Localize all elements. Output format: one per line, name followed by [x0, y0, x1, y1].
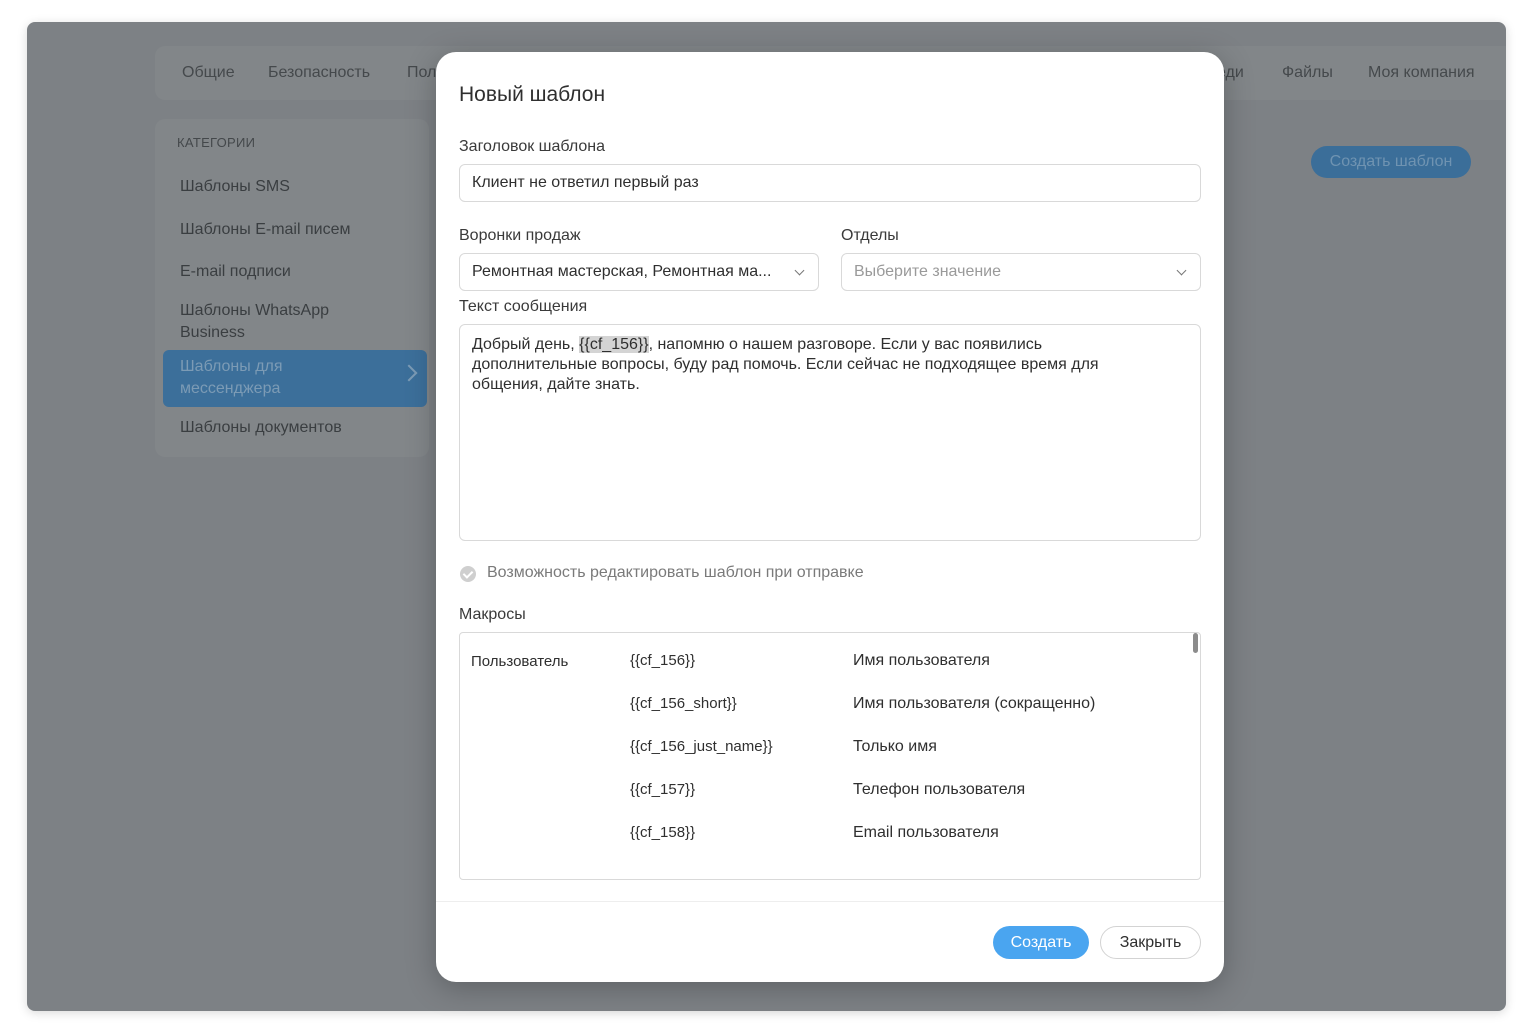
message-text-start: Добрый день, [472, 336, 580, 353]
macros-group-user: Пользователь [471, 653, 569, 670]
macro-desc: Email пользователя [853, 824, 999, 841]
message-macro-highlight: {{cf_156}} [579, 336, 649, 353]
sidebar-item-sms[interactable]: Шаблоны SMS [180, 176, 290, 198]
categories-sidebar: КАТЕГОРИИ Шаблоны SMS Шаблоны E-mail пис… [155, 119, 429, 457]
macro-desc: Имя пользователя (сокращенно) [853, 695, 1096, 712]
macros-list[interactable]: Пользователь {{cf_156}} Имя пользователя… [459, 632, 1201, 880]
check-circle-icon[interactable] [460, 566, 476, 582]
macro-code[interactable]: {{cf_157}} [630, 781, 695, 798]
macro-code[interactable]: {{cf_156_short}} [630, 695, 737, 712]
sidebar-item-email-signatures[interactable]: E-mail подписи [180, 261, 291, 283]
nav-item-security[interactable]: Безопасность [268, 46, 370, 100]
modal-title: Новый шаблон [459, 83, 606, 106]
message-textarea[interactable]: Добрый день, {{cf_156}}, напомню о нашем… [459, 324, 1201, 541]
sidebar-item-documents[interactable]: Шаблоны документов [180, 417, 342, 439]
sidebar-item-label: Шаблоны для мессенджера [180, 358, 283, 397]
macro-code[interactable]: {{cf_156}} [630, 652, 695, 669]
message-label: Текст сообщения [459, 298, 588, 315]
departments-label: Отделы [841, 227, 899, 244]
macro-desc: Телефон пользователя [853, 781, 1026, 798]
macros-scrollbar[interactable] [1193, 633, 1198, 653]
nav-item-files[interactable]: Файлы [1282, 46, 1333, 100]
create-template-button[interactable]: Создать шаблон [1311, 146, 1471, 178]
funnels-value: Ремонтная мастерская, Ремонтная ма... [472, 263, 772, 280]
sidebar-item-messenger[interactable]: Шаблоны для мессенджера [163, 350, 427, 407]
template-title-input[interactable]: Клиент не ответил первый раз [459, 164, 1201, 202]
macro-code[interactable]: {{cf_158}} [630, 824, 695, 841]
macro-desc: Только имя [853, 738, 937, 755]
macros-label: Макросы [459, 606, 526, 623]
new-template-modal: Новый шаблон Заголовок шаблона Клиент не… [436, 52, 1224, 982]
departments-placeholder: Выберите значение [854, 263, 1002, 280]
categories-title: КАТЕГОРИИ [177, 135, 256, 150]
template-title-label: Заголовок шаблона [459, 138, 605, 155]
sidebar-item-whatsapp[interactable]: Шаблоны WhatsApp Business [180, 300, 380, 344]
close-button[interactable]: Закрыть [1100, 926, 1201, 959]
sidebar-item-email[interactable]: Шаблоны E-mail писем [180, 219, 350, 241]
nav-item-users-partial[interactable]: Пол [407, 46, 436, 100]
nav-item-general[interactable]: Общие [182, 46, 235, 100]
create-button[interactable]: Создать [993, 926, 1089, 959]
editable-checkbox-label[interactable]: Возможность редактировать шаблон при отп… [487, 564, 864, 582]
template-title-value: Клиент не ответил первый раз [472, 174, 699, 191]
message-text: Добрый день, {{cf_156}}, напомню о нашем… [472, 335, 1162, 395]
footer-divider [436, 901, 1224, 902]
macro-desc: Имя пользователя [853, 652, 990, 669]
departments-select[interactable]: Выберите значение [841, 253, 1201, 291]
funnels-select[interactable]: Ремонтная мастерская, Ремонтная ма... [459, 253, 819, 291]
macro-code[interactable]: {{cf_156_just_name}} [630, 738, 773, 755]
chevron-right-icon [400, 364, 418, 382]
chevron-down-icon [794, 265, 805, 276]
funnels-label: Воронки продаж [459, 227, 581, 244]
nav-item-my-company[interactable]: Моя компания [1368, 46, 1475, 100]
chevron-down-icon [1176, 265, 1187, 276]
